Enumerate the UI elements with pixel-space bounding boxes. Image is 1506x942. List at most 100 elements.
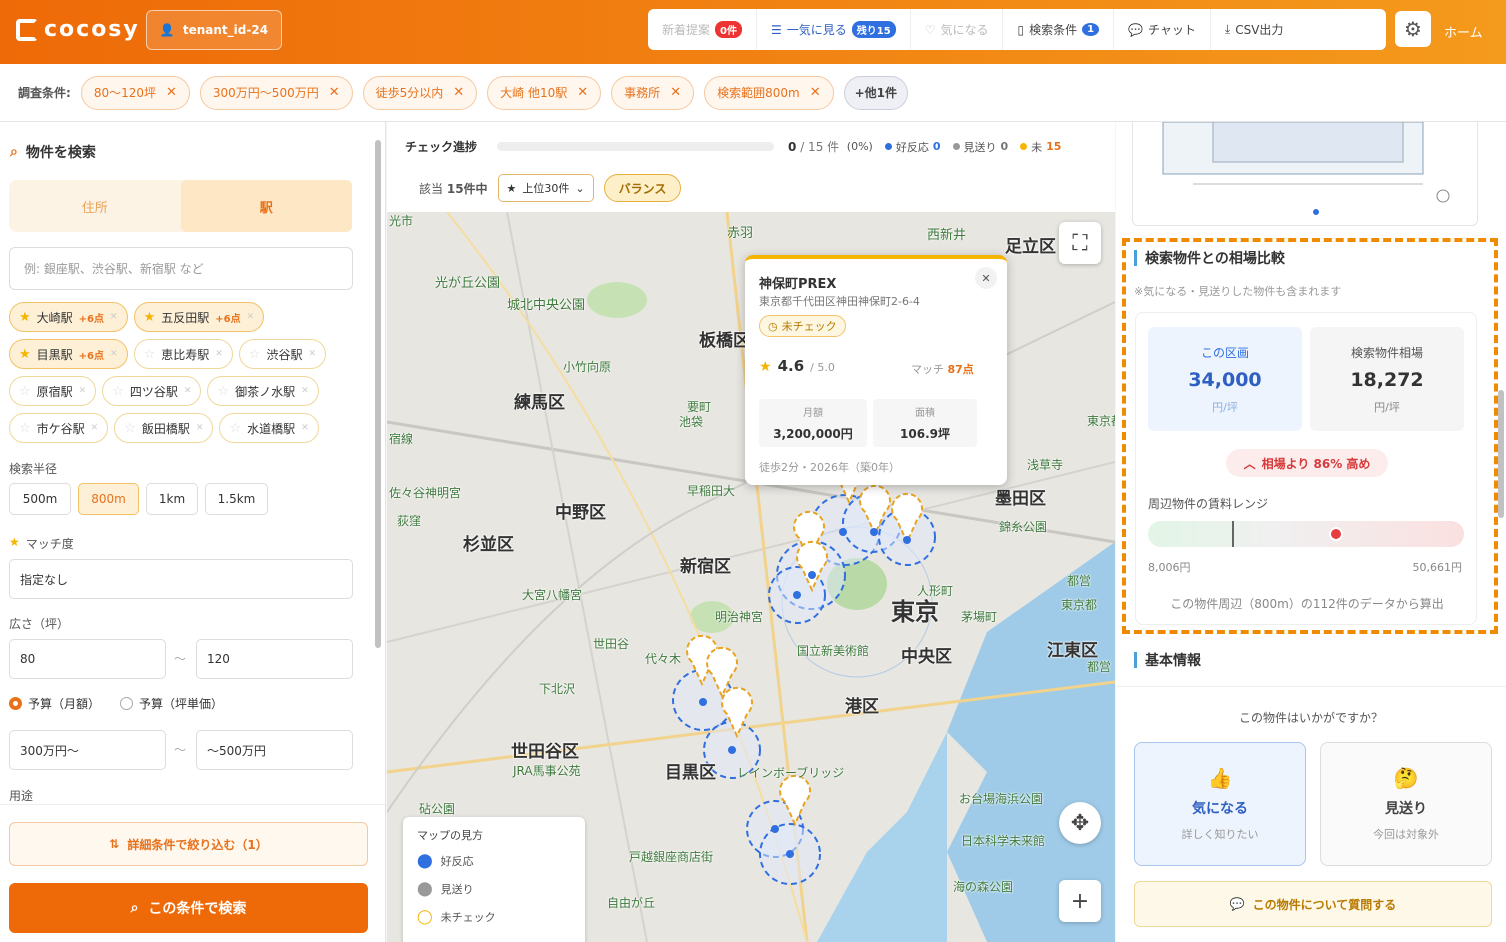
close-icon[interactable]: ✕ [329,85,340,100]
close-icon[interactable]: ✕ [301,386,309,396]
legend-unchecked: 未 15 [1020,139,1061,155]
area-max-input[interactable]: 120 [196,639,353,679]
close-icon[interactable]: ✕ [166,85,177,100]
map-label: 代々木 [645,652,682,666]
zoom-in-button[interactable]: + [1059,880,1101,922]
condition-chip[interactable]: 80〜120坪 ✕ [80,75,190,110]
csv-export-button[interactable]: ⤓ CSV出力 [1211,9,1298,50]
recenter-button[interactable]: ✥ [1059,802,1101,844]
radius-1km[interactable]: 1km [146,483,198,515]
budget-monthly-radio[interactable]: 予算（月額） [9,695,100,712]
ask-question-button[interactable]: 💬 この物件について質問する [1134,881,1492,927]
close-icon[interactable]: ✕ [301,423,309,433]
station-chip[interactable]: ☆ 四ツ谷駅 ✕ [102,376,202,406]
tab-station[interactable]: 駅 [180,180,352,232]
close-icon[interactable]: ✕ [79,386,87,396]
search-mode-tabs: 住所 駅 [9,180,352,232]
fullscreen-button[interactable]: ⛶ [1059,222,1101,264]
thumbs-up-icon: 👍 [1207,766,1233,790]
this-unit-box: この区画 34,000 円/坪 [1148,327,1302,431]
station-chip[interactable]: ★ 目黒駅 +6点 ✕ [9,339,128,369]
popup-title: 神保町PREX [759,277,837,292]
close-icon[interactable]: ✕ [247,312,255,322]
settings-button[interactable]: ⚙ [1395,11,1431,47]
map-label: レインボーブリッジ [737,766,845,780]
search-button[interactable]: ⌕ この条件で検索 [9,883,368,933]
station-chip[interactable]: ☆ 水道橋駅 ✕ [219,413,319,443]
condition-chip[interactable]: 事務所 ✕ [611,75,695,110]
close-icon[interactable]: ✕ [453,85,464,100]
chat-icon: 💬 [1229,897,1245,911]
map-label: 東京都 [1061,598,1098,612]
area-min-input[interactable]: 80 [9,639,166,679]
map-label: 自由が丘 [607,896,656,910]
view-all-button[interactable]: ☰ 一気に見る 残り15 [757,9,911,50]
close-icon[interactable]: ✕ [215,349,223,359]
popup-address: 東京都千代田区神田神保町2-6-4 [759,295,920,308]
range-label: 周辺物件の賃料レンジ [1148,497,1269,511]
home-link[interactable]: ホーム [1444,22,1483,41]
station-search-input[interactable]: 例: 銀座駅、渋谷駅、新宿駅 など [9,247,353,290]
budget-min-input[interactable]: 300万円〜 [9,730,166,770]
station-chip[interactable]: ★ 大崎駅 +6点 ✕ [9,302,128,332]
condition-chip[interactable]: 徒歩5分以内 ✕ [362,75,478,110]
station-chip[interactable]: ☆ 原宿駅 ✕ [9,376,97,406]
radius-1-5km[interactable]: 1.5km [205,483,268,515]
detail-filter-button[interactable]: ⇅ 詳細条件で絞り込む（1） [9,822,368,866]
more-conditions-button[interactable]: +他1件 [843,75,909,110]
close-icon[interactable]: ✕ [110,349,118,359]
close-icon[interactable]: ✕ [184,386,192,396]
close-icon[interactable]: ✕ [91,423,99,433]
map-label: 光が丘公園 [435,276,501,291]
close-icon[interactable]: ✕ [975,267,997,289]
tenant-button[interactable]: 👤 tenant_id-24 [146,10,282,50]
station-chip[interactable]: ☆ 市ケ谷駅 ✕ [9,413,109,443]
map-label: 杉並区 [463,535,514,555]
match-label-row: ★ マッチ度 [9,535,74,551]
star-icon: ★ [759,359,772,375]
station-chip[interactable]: ☆ 恵比寿駅 ✕ [133,339,233,369]
condition-chip[interactable]: 検索範囲800m ✕ [704,75,834,110]
close-icon[interactable]: ✕ [670,85,681,100]
top-n-select[interactable]: ★ 上位30件 ⌄ [497,174,594,202]
close-icon[interactable]: ✕ [110,312,118,322]
app-header: cocosy 👤 tenant_id-24 新着提案 0件 ☰ 一気に見る 残り15 ♡… [0,0,1506,64]
station-chip[interactable]: ☆ 飯田橋駅 ✕ [114,413,214,443]
close-icon[interactable]: ✕ [196,423,204,433]
map-label: 池袋 [679,415,704,429]
condition-chip[interactable]: 300万円〜500万円 ✕ [199,75,353,110]
star-icon: ☆ [229,420,242,436]
star-icon: ☆ [19,420,31,436]
search-conditions-button[interactable]: ▯ 検索条件 1 [1003,9,1115,50]
condition-chip[interactable]: 大崎 他10駅 ✕ [487,75,602,110]
budget-tsubo-radio[interactable]: 予算（坪単価） [120,695,223,712]
close-icon[interactable]: ✕ [577,85,588,100]
pin-gray-icon: ⬤ [417,881,433,897]
star-icon: ★ [19,309,31,325]
balance-button[interactable]: バランス [603,174,682,202]
station-chip[interactable]: ☆ 渋谷駅 ✕ [238,339,326,369]
pin-outline-icon: ◯ [417,909,433,925]
close-icon[interactable]: ✕ [308,349,316,359]
left-scrollbar[interactable] [374,126,382,798]
radius-800m[interactable]: 800m [78,483,139,515]
right-scrollbar[interactable] [1497,126,1505,682]
logo-mark-icon [16,18,38,41]
budget-max-input[interactable]: 〜500万円 [196,730,353,770]
station-chip[interactable]: ★ 五反田駅 +6点 ✕ [133,302,265,332]
favorite-button[interactable]: ♡ 気になる [911,9,1004,50]
new-proposal-button[interactable]: 新着提案 0件 [648,9,757,50]
floor-plan-image[interactable] [1132,122,1478,226]
map[interactable]: 赤羽 西新井 足立区 光が丘公園 城北中央公園 板橋区 練馬区 小竹向原 要町 池袋 中野区 杉並区新… [387,212,1115,942]
search-icon: ⌕ [10,144,18,160]
logo[interactable]: cocosy [16,17,140,42]
tab-address[interactable]: 住所 [9,180,181,232]
pass-feedback-button[interactable]: 🤔 見送り 今回は対象外 [1320,742,1492,866]
match-select[interactable]: 指定なし [9,559,353,599]
station-chip[interactable]: ☆ 御茶ノ水駅 ✕ [207,376,319,406]
chat-button[interactable]: 💬 チャット [1114,9,1211,50]
favorite-feedback-button[interactable]: 👍 気になる 詳しく知りたい [1134,742,1306,866]
status-badge: ◷ 未チェック [759,315,846,337]
radius-500m[interactable]: 500m [9,483,71,515]
close-icon[interactable]: ✕ [810,85,821,100]
